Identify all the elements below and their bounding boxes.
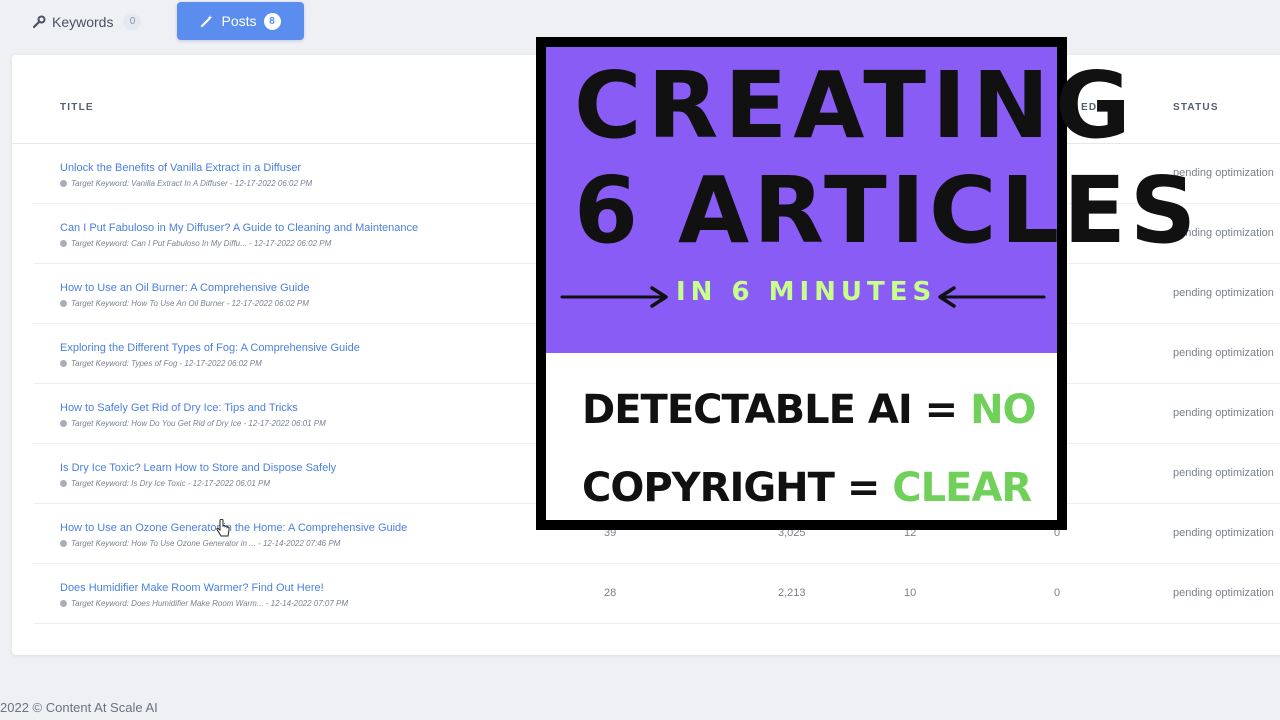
column-header-status[interactable]: STATUS <box>1173 102 1219 113</box>
copyright-value: CLEAR <box>892 465 1032 511</box>
overlay-white-panel: DETECTABLE AI = NO COPYRIGHT = CLEAR <box>546 353 1057 520</box>
table-cell-c4: 0 <box>1054 587 1061 599</box>
post-meta: Target Keyword: How Do You Get Rid of Dr… <box>60 419 326 428</box>
tab-posts[interactable]: Posts 8 <box>177 2 304 40</box>
footer-copyright: 2022 © Content At Scale AI <box>0 700 158 715</box>
copyright-label: COPYRIGHT = <box>582 465 893 511</box>
post-title-link[interactable]: Is Dry Ice Toxic? Learn How to Store and… <box>60 462 336 474</box>
post-title-link[interactable]: How to Use an Ozone Generator in the Hom… <box>60 522 407 534</box>
post-meta: Target Keyword: Is Dry Ice Toxic - 12-17… <box>60 479 270 488</box>
post-meta-text: Target Keyword: Types of Fog - 12-17-202… <box>71 359 262 368</box>
overlay-headline-2: 6 ARTICLES <box>574 157 1201 264</box>
status-dot-icon <box>60 300 67 307</box>
hand-pointer-icon <box>216 519 230 537</box>
post-meta: Target Keyword: How To Use Ozone Generat… <box>60 539 340 548</box>
status-cell: pending optimization <box>1173 587 1274 599</box>
promo-overlay: CREATING 6 ARTICLES IN 6 MINUTES DETECTA… <box>536 37 1196 530</box>
status-cell: pending optimization <box>1173 527 1274 539</box>
column-header-title[interactable]: TITLE <box>60 102 94 113</box>
post-meta-text: Target Keyword: Vanilla Extract In A Dif… <box>71 179 313 188</box>
status-cell: pending optimization <box>1173 407 1274 419</box>
overlay-copyright: COPYRIGHT = CLEAR <box>582 465 1032 511</box>
status-dot-icon <box>60 540 67 547</box>
table-row[interactable]: Does Humidifier Make Room Warmer? Find O… <box>33 564 1280 624</box>
arrow-left-icon <box>938 286 1046 308</box>
overlay-subtitle-text: IN 6 MINUTES <box>676 277 937 307</box>
status-dot-icon <box>60 480 67 487</box>
table-cell-c2: 2,213 <box>778 587 806 599</box>
magic-wand-icon <box>201 15 213 28</box>
table-cell-c1: 28 <box>604 587 617 599</box>
post-meta: Target Keyword: Does Humidifier Make Roo… <box>60 599 348 608</box>
overlay-purple-panel: CREATING 6 ARTICLES IN 6 MINUTES <box>546 47 1196 353</box>
post-meta: Target Keyword: Types of Fog - 12-17-202… <box>60 359 262 368</box>
overlay-detectable-ai: DETECTABLE AI = NO <box>582 387 1037 433</box>
wrench-icon <box>32 15 46 29</box>
post-title-link[interactable]: Unlock the Benefits of Vanilla Extract i… <box>60 162 301 174</box>
status-cell: pending optimization <box>1173 347 1274 359</box>
post-title-link[interactable]: Does Humidifier Make Room Warmer? Find O… <box>60 582 324 594</box>
post-title-link[interactable]: Exploring the Different Types of Fog: A … <box>60 342 360 354</box>
post-meta-text: Target Keyword: Does Humidifier Make Roo… <box>71 599 349 608</box>
status-dot-icon <box>60 360 67 367</box>
detectable-ai-value: NO <box>970 387 1036 433</box>
post-meta-text: Target Keyword: Is Dry Ice Toxic - 12-17… <box>71 479 271 488</box>
status-cell: pending optimization <box>1173 287 1274 299</box>
post-meta-text: Target Keyword: How Do You Get Rid of Dr… <box>71 419 326 428</box>
status-dot-icon <box>60 420 67 427</box>
status-dot-icon <box>60 240 67 247</box>
post-meta: Target Keyword: How To Use An Oil Burner… <box>60 299 309 308</box>
status-cell: pending optimization <box>1173 467 1274 479</box>
post-meta: Target Keyword: Vanilla Extract In A Dif… <box>60 179 312 188</box>
status-dot-icon <box>60 600 67 607</box>
post-meta-text: Target Keyword: How To Use Ozone Generat… <box>71 539 341 548</box>
arrow-right-icon <box>560 286 668 308</box>
tab-keywords-label: Keywords <box>52 14 114 30</box>
post-title-link[interactable]: How to Safely Get Rid of Dry Ice: Tips a… <box>60 402 298 414</box>
tab-posts-count: 8 <box>263 12 281 30</box>
overlay-headline-1: CREATING <box>574 52 1137 159</box>
post-meta: Target Keyword: Can I Put Fabuloso In My… <box>60 239 331 248</box>
overlay-subtitle: IN 6 MINUTES <box>546 277 1057 317</box>
post-title-link[interactable]: Can I Put Fabuloso in My Diffuser? A Gui… <box>60 222 418 234</box>
tab-keywords-count: 0 <box>123 14 142 30</box>
status-dot-icon <box>60 180 67 187</box>
post-title-link[interactable]: How to Use an Oil Burner: A Comprehensiv… <box>60 282 309 294</box>
post-meta-text: Target Keyword: How To Use An Oil Burner… <box>71 299 309 308</box>
tab-keywords[interactable]: Keywords 0 <box>32 10 142 34</box>
tab-posts-label: Posts <box>221 13 257 29</box>
detectable-ai-label: DETECTABLE AI = <box>582 387 971 433</box>
post-meta-text: Target Keyword: Can I Put Fabuloso In My… <box>71 239 332 248</box>
table-cell-c3: 10 <box>904 587 917 599</box>
